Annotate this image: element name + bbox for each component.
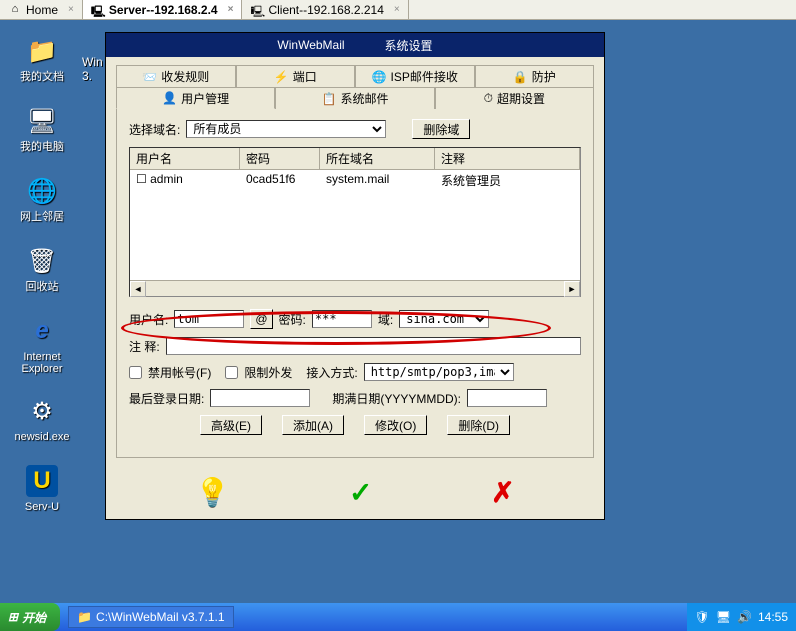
- computer-icon: 🖥: [26, 105, 58, 137]
- password-label: 密码:: [279, 311, 306, 328]
- partial-icon-label: Win3.: [82, 55, 103, 83]
- lock-icon: 🔒: [513, 70, 528, 84]
- tab-protect[interactable]: 🔒防护: [475, 65, 595, 87]
- close-icon[interactable]: ×: [394, 4, 400, 15]
- list-header: 用户名 密码 所在域名 注释: [130, 148, 580, 170]
- tab-port[interactable]: ⚡端口: [236, 65, 356, 87]
- username-label: 用户名:: [129, 311, 168, 328]
- lastlogin-input[interactable]: [210, 389, 310, 407]
- desktop-icon-ie[interactable]: eInternet Explorer: [10, 315, 74, 375]
- domain-select[interactable]: sina.com: [399, 310, 489, 328]
- domain-label: 域:: [378, 311, 393, 328]
- check-icon[interactable]: ✓: [349, 476, 372, 509]
- servu-icon: U: [26, 465, 58, 497]
- desktop-icon-mydocs[interactable]: 📁我的文档: [10, 35, 74, 83]
- globe-icon: 🌐: [372, 70, 387, 84]
- dialog-title-app: WinWebMail: [277, 38, 344, 52]
- desktop-icon-newsid[interactable]: ⚙newsid.exe: [10, 395, 74, 443]
- tab-expire[interactable]: ⏱超期设置: [435, 87, 594, 109]
- sysmail-icon: 📋: [322, 92, 337, 106]
- scroll-left-icon[interactable]: ◄: [130, 281, 146, 297]
- select-domain[interactable]: 所有成员: [186, 120, 386, 138]
- user-row-icon: ☐: [136, 172, 147, 186]
- desktop-icon-mycomputer[interactable]: 🖥我的电脑: [10, 105, 74, 153]
- modify-button[interactable]: 修改(O): [364, 415, 427, 435]
- conn-label: 接入方式:: [306, 364, 357, 381]
- expire-label: 期满日期(YYYYMMDD):: [332, 390, 461, 407]
- tab-row-1: 📨收发规则 ⚡端口 🌐ISP邮件接收 🔒防护: [116, 65, 594, 87]
- tab-home[interactable]: ⌂Home×: [0, 0, 83, 19]
- ie-icon: e: [26, 315, 58, 347]
- start-button[interactable]: ⊞开始: [0, 603, 60, 631]
- taskbar: ⊞开始 📁C:\WinWebMail v3.7.1.1 🛡 🖥 🔊 14:55: [0, 603, 796, 631]
- recycle-icon: 🗑: [26, 245, 58, 277]
- tray-icon[interactable]: 🔊: [737, 610, 752, 624]
- note-input[interactable]: [166, 337, 581, 355]
- delete-domain-button[interactable]: 删除域: [412, 119, 470, 139]
- bolt-icon: ⚡: [274, 70, 289, 84]
- tab-row-2: 👤用户管理 📋系统邮件 ⏱超期设置: [116, 87, 594, 109]
- user-icon: 👤: [162, 91, 177, 105]
- mail-icon: 📨: [142, 70, 157, 84]
- clock: 14:55: [758, 610, 788, 624]
- tab-client[interactable]: 🖳Client--192.168.2.214×: [242, 0, 408, 19]
- server-icon: 🖳: [91, 3, 105, 17]
- desktop-icon-network[interactable]: 🌐网上邻居: [10, 175, 74, 223]
- tab-pane-usermgmt: 选择域名: 所有成员 删除域 用户名 密码 所在域名 注释 ☐ admin 0c…: [116, 109, 594, 458]
- close-icon[interactable]: ×: [228, 4, 234, 15]
- folder-icon: 📁: [77, 610, 92, 624]
- desktop-icon-recycle[interactable]: 🗑回收站: [10, 245, 74, 293]
- bulb-icon[interactable]: 💡: [195, 476, 230, 509]
- tab-sysmail[interactable]: 📋系统邮件: [275, 87, 434, 109]
- taskbar-item[interactable]: 📁C:\WinWebMail v3.7.1.1: [68, 606, 233, 628]
- advanced-button[interactable]: 高级(E): [200, 415, 262, 435]
- home-icon: ⌂: [8, 3, 22, 17]
- select-domain-label: 选择域名:: [129, 121, 180, 138]
- dialog-titlebar[interactable]: WinWebMail 系统设置: [106, 33, 604, 57]
- close-icon[interactable]: ×: [68, 4, 74, 15]
- tab-server[interactable]: 🖳Server--192.168.2.4×: [83, 0, 243, 19]
- username-input[interactable]: [174, 310, 244, 328]
- desktop-icon-servu[interactable]: UServ-U: [10, 465, 74, 513]
- folder-icon: 📁: [26, 35, 58, 67]
- cross-icon[interactable]: ✗: [491, 476, 514, 509]
- expire-input[interactable]: [467, 389, 547, 407]
- system-tray[interactable]: 🛡 🖥 🔊 14:55: [687, 603, 796, 631]
- password-input[interactable]: [312, 310, 372, 328]
- scroll-right-icon[interactable]: ►: [564, 281, 580, 297]
- dialog-title-section: 系统设置: [385, 37, 433, 54]
- delete-button[interactable]: 删除(D): [447, 415, 510, 435]
- conn-select[interactable]: http/smtp/pop3,imap4: [364, 363, 514, 381]
- browser-tabs: ⌂Home× 🖳Server--192.168.2.4× 🖳Client--19…: [0, 0, 796, 20]
- settings-dialog: WinWebMail 系统设置 📨收发规则 ⚡端口 🌐ISP邮件接收 🔒防护 👤…: [105, 32, 605, 520]
- tab-usermgmt[interactable]: 👤用户管理: [116, 87, 275, 109]
- clock-icon: ⏱: [484, 91, 493, 106]
- client-icon: 🖳: [250, 3, 264, 17]
- windows-icon: ⊞: [8, 610, 18, 624]
- list-scrollbar[interactable]: ◄ ►: [130, 280, 580, 296]
- disable-account-checkbox[interactable]: [129, 366, 142, 379]
- at-button[interactable]: @: [250, 309, 272, 329]
- exe-icon: ⚙: [26, 395, 58, 427]
- user-list[interactable]: 用户名 密码 所在域名 注释 ☐ admin 0cad51f6 system.m…: [129, 147, 581, 297]
- dialog-bottom-icons: 💡 ✓ ✗: [106, 466, 604, 519]
- note-label: 注 释:: [129, 338, 160, 355]
- lastlogin-label: 最后登录日期:: [129, 390, 204, 407]
- tray-icon[interactable]: 🛡: [695, 610, 710, 624]
- list-row[interactable]: ☐ admin 0cad51f6 system.mail 系统管理员: [130, 170, 580, 191]
- limit-send-checkbox[interactable]: [225, 366, 238, 379]
- add-button[interactable]: 添加(A): [282, 415, 344, 435]
- network-icon: 🌐: [26, 175, 58, 207]
- tab-isp[interactable]: 🌐ISP邮件接收: [355, 65, 475, 87]
- tab-sendrecv[interactable]: 📨收发规则: [116, 65, 236, 87]
- tray-icon[interactable]: 🖥: [716, 610, 731, 624]
